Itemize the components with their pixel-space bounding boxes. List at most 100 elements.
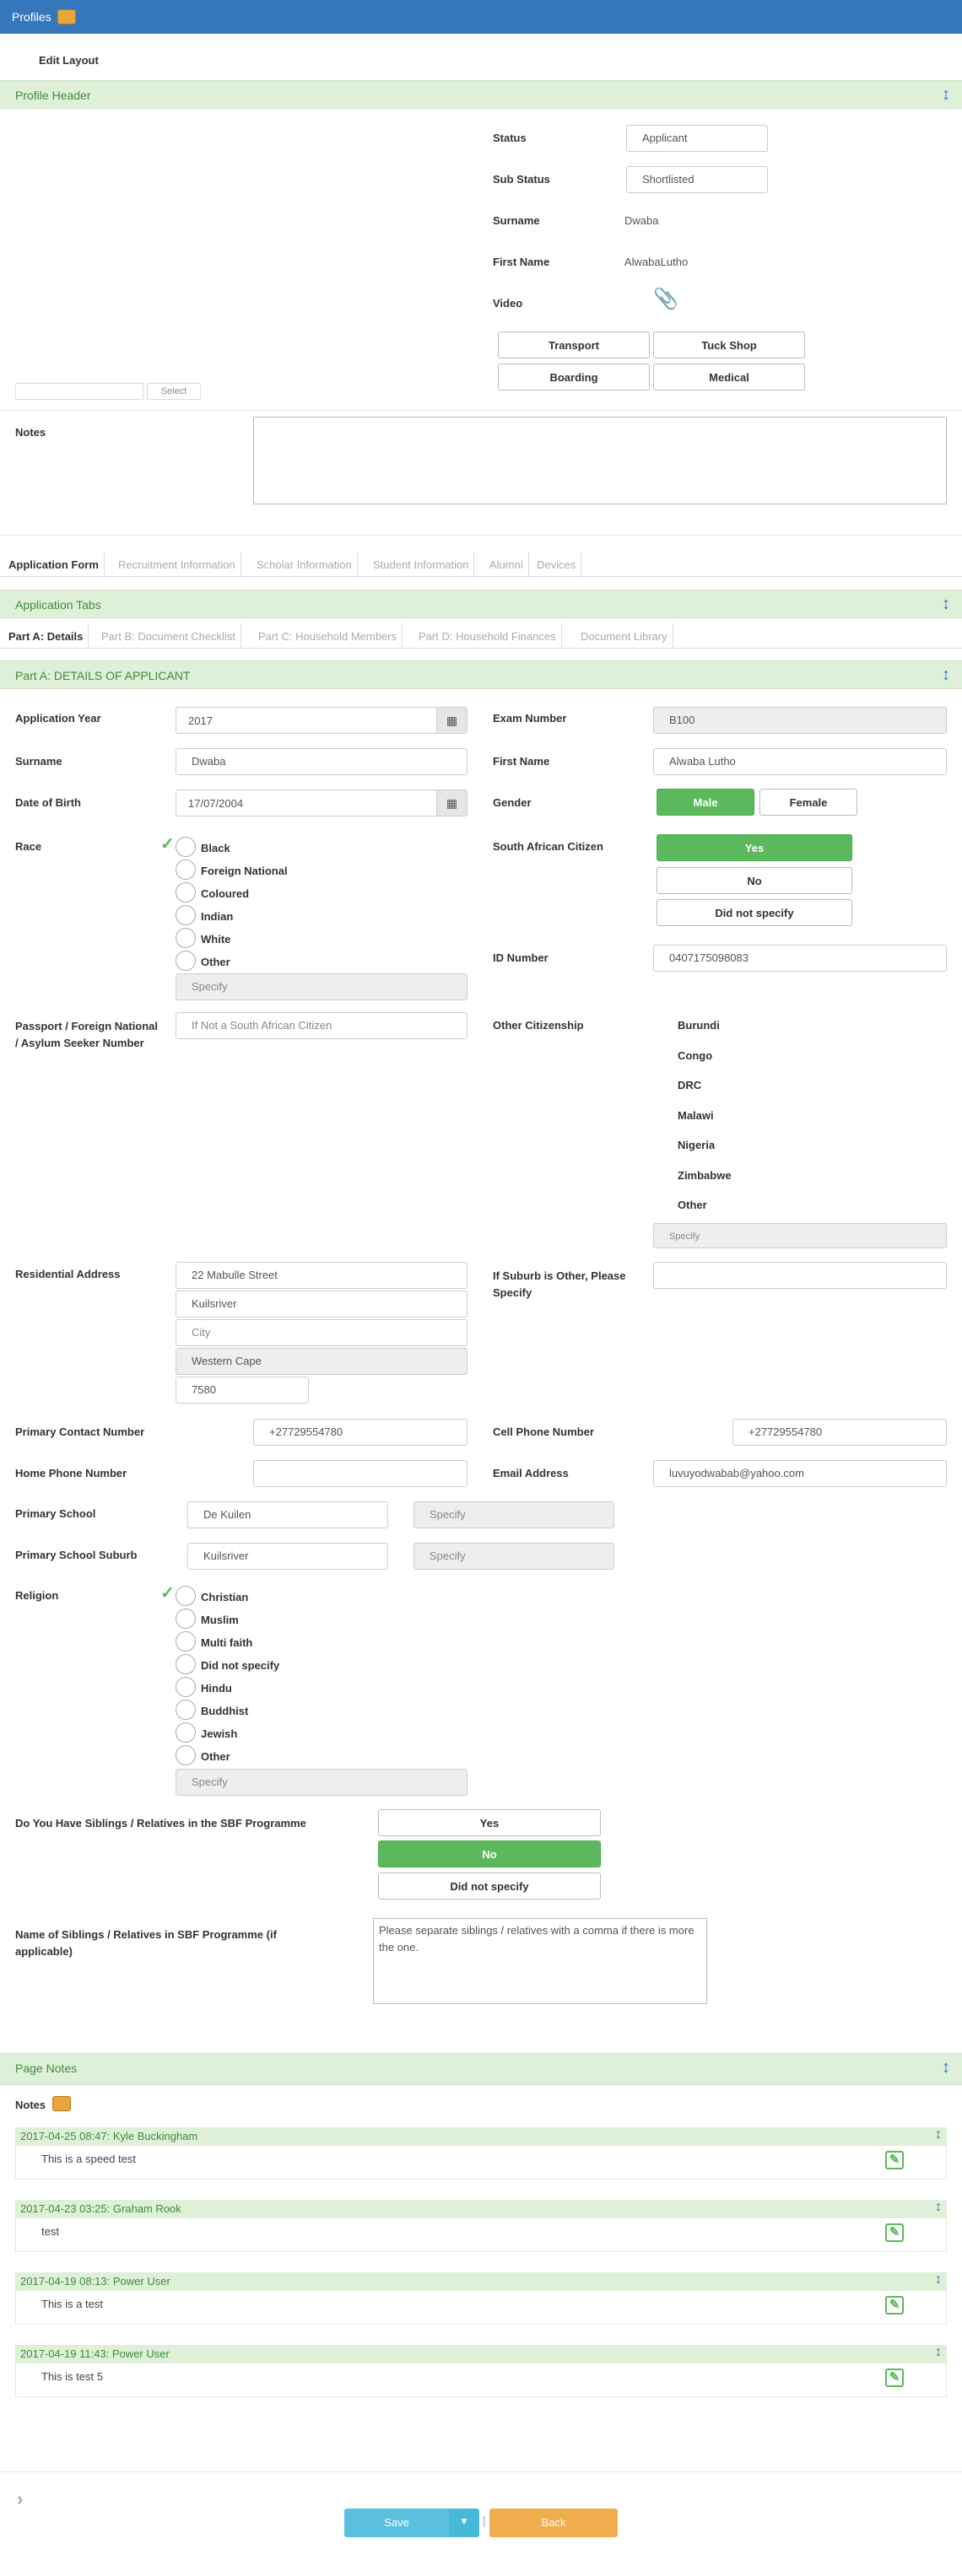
address-city[interactable]: City xyxy=(176,1319,467,1346)
sub-status-field[interactable]: Shortlisted xyxy=(626,166,768,193)
select-button[interactable]: Select xyxy=(147,383,201,400)
citizenship-option[interactable]: Other xyxy=(678,1199,707,1211)
passport-field[interactable]: If Not a South African Citizen xyxy=(176,1012,467,1039)
application-year-field[interactable]: 2017 ▦ xyxy=(176,707,467,734)
profile-header-section[interactable]: Profile Header ↕ xyxy=(0,80,962,109)
religion-radio-hindu[interactable] xyxy=(176,1677,196,1697)
part-a-section[interactable]: Part A: DETAILS OF APPLICANT ↕ xyxy=(0,660,962,689)
citizenship-option[interactable]: Nigeria xyxy=(678,1139,715,1151)
collapse-arrow-icon[interactable]: ↕ xyxy=(942,595,950,614)
citizenship-option[interactable]: Zimbabwe xyxy=(678,1169,732,1182)
siblings-no-button[interactable]: No xyxy=(378,1840,601,1867)
sa-citizen-yes-button[interactable]: Yes xyxy=(657,834,852,861)
id-number-field[interactable]: 0407175098083 xyxy=(653,945,947,972)
gender-female-button[interactable]: Female xyxy=(759,789,857,816)
calendar-grid-icon[interactable]: ▦ xyxy=(436,790,467,816)
exam-number-field[interactable]: B100 xyxy=(653,707,947,734)
save-dropdown-toggle[interactable]: ▼ xyxy=(449,2509,479,2537)
briefcase-icon[interactable] xyxy=(52,2096,71,2111)
tab-student-information[interactable]: Student Information xyxy=(368,552,475,577)
tab-application-form[interactable]: Application Form xyxy=(3,552,105,577)
calendar-grid-icon[interactable]: ▦ xyxy=(436,708,467,733)
siblings-yes-button[interactable]: Yes xyxy=(378,1809,601,1836)
race-radio-other[interactable] xyxy=(176,951,196,971)
home-phone-field[interactable] xyxy=(253,1460,467,1487)
edit-icon[interactable]: ✎ xyxy=(885,2223,904,2242)
application-tabs-section[interactable]: Application Tabs ↕ xyxy=(0,590,962,618)
race-radio-white[interactable] xyxy=(176,928,196,948)
religion-radio-not-specified[interactable] xyxy=(176,1654,196,1674)
edit-icon[interactable]: ✎ xyxy=(885,2369,904,2387)
religion-radio-other[interactable] xyxy=(176,1745,196,1765)
gender-male-button[interactable]: Male xyxy=(657,789,754,816)
collapse-arrow-icon[interactable]: ↕ xyxy=(935,2345,942,2360)
race-specify-field[interactable]: Specify xyxy=(176,973,467,1000)
religion-radio-jewish[interactable] xyxy=(176,1722,196,1743)
notes-textarea[interactable] xyxy=(253,417,947,504)
tab-part-d[interactable]: Part D: Household Finances xyxy=(413,623,562,649)
collapse-arrow-icon[interactable]: ↕ xyxy=(935,2127,942,2142)
address-suburb[interactable]: Kuilsriver xyxy=(176,1291,467,1318)
primary-school-suburb-field[interactable]: Kuilsriver xyxy=(187,1543,388,1570)
sa-citizen-no-button[interactable]: No xyxy=(657,867,852,894)
primary-school-field[interactable]: De Kuilen xyxy=(187,1501,388,1528)
medical-button[interactable]: Medical xyxy=(653,364,805,391)
citizenship-option[interactable]: Burundi xyxy=(678,1019,720,1032)
first-name-field[interactable]: Alwaba Lutho xyxy=(653,748,947,775)
page-notes-section[interactable]: Page Notes ↕ xyxy=(0,2053,962,2085)
status-field[interactable]: Applicant xyxy=(626,125,768,152)
tab-devices[interactable]: Devices xyxy=(532,552,582,577)
boarding-button[interactable]: Boarding xyxy=(498,364,650,391)
edit-layout-link[interactable]: Edit Layout xyxy=(39,54,99,67)
briefcase-icon[interactable] xyxy=(57,9,76,24)
collapse-arrow-icon[interactable]: ↕ xyxy=(942,85,950,105)
religion-radio-christian[interactable] xyxy=(176,1586,196,1606)
tab-part-b[interactable]: Part B: Document Checklist xyxy=(96,623,241,649)
citizenship-specify-field[interactable]: Specify xyxy=(653,1223,947,1248)
siblings-not-specified-button[interactable]: Did not specify xyxy=(378,1873,601,1900)
address-province[interactable]: Western Cape xyxy=(176,1348,467,1375)
surname-field[interactable]: Dwaba xyxy=(176,748,467,775)
paperclip-icon[interactable]: 📎 xyxy=(653,287,678,311)
tab-part-c[interactable]: Part C: Household Members xyxy=(253,623,403,649)
religion-radio-buddhist[interactable] xyxy=(176,1700,196,1720)
edit-icon[interactable]: ✎ xyxy=(885,2296,904,2315)
collapse-arrow-icon[interactable]: ↕ xyxy=(942,2058,950,2078)
tab-recruitment-information[interactable]: Recruitment Information xyxy=(113,552,241,577)
email-field[interactable]: luvuyodwabab@yahoo.com xyxy=(653,1460,947,1487)
tab-part-a[interactable]: Part A: Details xyxy=(3,623,89,649)
collapse-arrow-icon[interactable]: ↕ xyxy=(942,666,950,685)
collapse-arrow-icon[interactable]: ↕ xyxy=(935,2272,942,2288)
tab-scholar-information[interactable]: Scholar Information xyxy=(251,552,358,577)
back-button[interactable]: Back xyxy=(489,2509,618,2537)
address-postal-code[interactable]: 7580 xyxy=(176,1377,309,1404)
address-line-1[interactable]: 22 Mabulle Street xyxy=(176,1262,467,1289)
primary-school-specify-field[interactable]: Specify xyxy=(413,1501,614,1528)
citizenship-option[interactable]: Congo xyxy=(678,1049,712,1062)
primary-contact-field[interactable]: +27729554780 xyxy=(253,1419,467,1446)
race-radio-coloured[interactable] xyxy=(176,882,196,903)
religion-radio-muslim[interactable] xyxy=(176,1609,196,1629)
siblings-names-textarea[interactable]: Please separate siblings / relatives wit… xyxy=(373,1918,707,2004)
transport-button[interactable]: Transport xyxy=(498,331,650,358)
race-radio-indian[interactable] xyxy=(176,905,196,925)
dob-field[interactable]: 17/07/2004 ▦ xyxy=(176,790,467,816)
chevron-right-icon[interactable]: › xyxy=(17,2488,23,2510)
race-radio-black[interactable] xyxy=(176,837,196,857)
photo-file-input[interactable] xyxy=(15,383,143,400)
citizenship-option[interactable]: DRC xyxy=(678,1079,701,1091)
suburb-other-field[interactable] xyxy=(653,1262,947,1289)
save-button[interactable]: Save xyxy=(344,2509,449,2537)
tab-alumni[interactable]: Alumni xyxy=(484,552,529,577)
sa-citizen-not-specified-button[interactable]: Did not specify xyxy=(657,899,852,926)
edit-icon[interactable]: ✎ xyxy=(885,2151,904,2169)
primary-school-suburb-specify-field[interactable]: Specify xyxy=(413,1543,614,1570)
tab-document-library[interactable]: Document Library xyxy=(576,623,673,649)
citizenship-option[interactable]: Malawi xyxy=(678,1109,714,1122)
collapse-arrow-icon[interactable]: ↕ xyxy=(935,2200,942,2215)
cell-phone-field[interactable]: +27729554780 xyxy=(732,1419,947,1446)
tuck-shop-button[interactable]: Tuck Shop xyxy=(653,331,805,358)
religion-specify-field[interactable]: Specify xyxy=(176,1769,467,1796)
race-radio-foreign-national[interactable] xyxy=(176,860,196,880)
religion-radio-multi-faith[interactable] xyxy=(176,1631,196,1652)
